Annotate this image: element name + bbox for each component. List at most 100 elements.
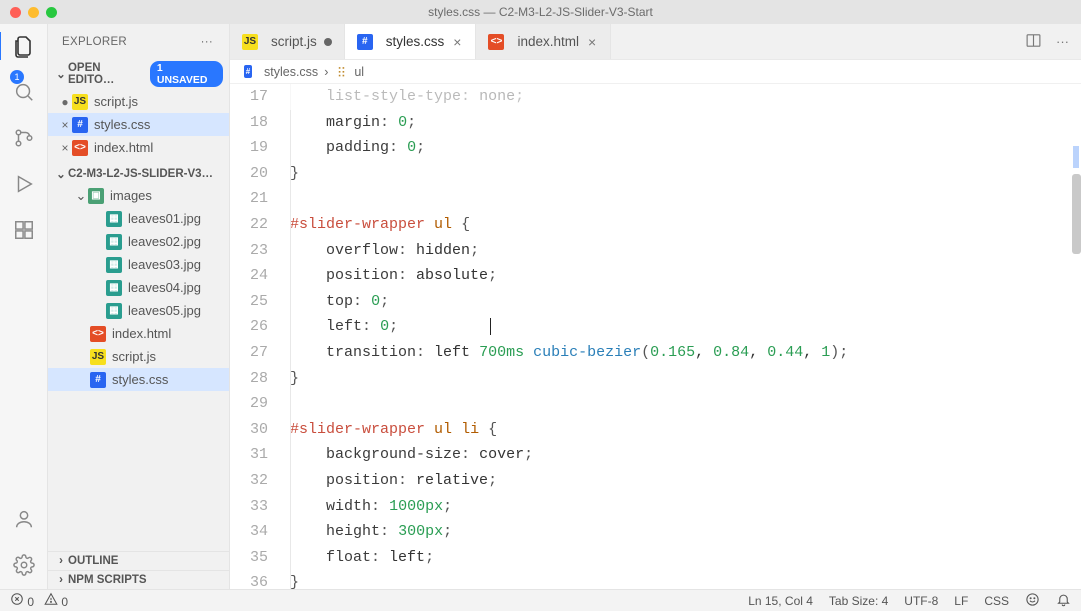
explorer-icon[interactable] (0, 32, 47, 60)
sidebar: EXPLORER ··· ⌄ OPEN EDITO… 1 UNSAVED ●JS… (48, 24, 230, 589)
settings-gear-icon[interactable] (10, 551, 38, 579)
open-editors-label: OPEN EDITO… (68, 62, 150, 86)
file-icon: JS (242, 34, 258, 50)
project-header[interactable]: ⌄ C2-M3-L2-JS-SLIDER-V3… (48, 165, 229, 183)
status-bar: 0 0 Ln 15, Col 4 Tab Size: 4 UTF-8 LF CS… (0, 589, 1081, 611)
status-encoding[interactable]: UTF-8 (904, 594, 938, 608)
code-line[interactable]: #slider-wrapper ul li { (282, 417, 1081, 443)
file-icon: <> (72, 140, 88, 156)
line-number: 20 (230, 161, 282, 187)
editor-area: JSscript.js#styles.css×<>index.html× ···… (230, 24, 1081, 589)
code-line[interactable]: width: 1000px; (282, 494, 1081, 520)
titlebar: styles.css — C2-M3-L2-JS-Slider-V3-Start (0, 0, 1081, 24)
editor-tab[interactable]: <>index.html× (476, 24, 611, 59)
file-icon: ▦ (106, 234, 122, 250)
code-line[interactable]: position: absolute; (282, 263, 1081, 289)
tab-label: styles.css (386, 34, 445, 49)
account-icon[interactable] (10, 505, 38, 533)
code-line[interactable]: left: 0; (282, 314, 1081, 340)
project-label: C2-M3-L2-JS-SLIDER-V3… (68, 168, 213, 180)
file-row[interactable]: ▦leaves02.jpg (48, 230, 229, 253)
close-icon[interactable]: × (58, 141, 72, 155)
open-editors-header[interactable]: ⌄ OPEN EDITO… 1 UNSAVED (48, 59, 229, 89)
status-errors[interactable]: 0 (10, 592, 34, 609)
sidebar-more-icon[interactable]: ··· (199, 34, 215, 50)
file-icon: # (72, 117, 88, 133)
close-window-button[interactable] (10, 7, 21, 18)
status-language[interactable]: CSS (984, 594, 1009, 608)
code-line[interactable]: transition: left 700ms cubic-bezier(0.16… (282, 340, 1081, 366)
open-editor-item[interactable]: ●JSscript.js (48, 90, 229, 113)
line-number: 21 (230, 186, 282, 212)
close-icon[interactable]: × (586, 34, 598, 50)
status-lncol[interactable]: Ln 15, Col 4 (748, 594, 813, 608)
activity-bar: 1 1 (0, 24, 48, 589)
open-editors-tree: ●JSscript.js×#styles.css×<>index.html (48, 89, 229, 165)
code-line[interactable]: float: left; (282, 545, 1081, 571)
line-number: 34 (230, 519, 282, 545)
line-number: 29 (230, 391, 282, 417)
minimize-window-button[interactable] (28, 7, 39, 18)
outline-header[interactable]: › OUTLINE (48, 551, 229, 570)
run-debug-icon[interactable] (10, 170, 38, 198)
extensions-icon[interactable] (10, 216, 38, 244)
line-number: 19 (230, 135, 282, 161)
status-feedback-icon[interactable] (1025, 592, 1040, 610)
code-line[interactable]: margin: 0; (282, 110, 1081, 136)
breadcrumb-symbol[interactable]: ul (354, 65, 364, 79)
line-number: 27 (230, 340, 282, 366)
code-line[interactable]: position: relative; (282, 468, 1081, 494)
project-tree: ⌄▣images▦leaves01.jpg▦leaves02.jpg▦leave… (48, 183, 229, 397)
line-number: 17 (230, 84, 282, 110)
status-warnings[interactable]: 0 (44, 592, 68, 609)
close-icon[interactable]: × (58, 118, 72, 132)
status-tabsize[interactable]: Tab Size: 4 (829, 594, 888, 608)
scrollbar-track[interactable] (1069, 84, 1081, 589)
editor-tab[interactable]: JSscript.js (230, 24, 345, 59)
code-line[interactable]: #slider-wrapper ul { (282, 212, 1081, 238)
line-number: 36 (230, 570, 282, 589)
explorer-badge: 1 (10, 70, 24, 84)
file-icon: <> (488, 34, 504, 50)
file-row[interactable]: ▦leaves04.jpg (48, 276, 229, 299)
code-line[interactable]: } (282, 570, 1081, 589)
folder-row[interactable]: ⌄▣images (48, 184, 229, 207)
source-control-icon[interactable] (10, 124, 38, 152)
code-line[interactable]: top: 0; (282, 289, 1081, 315)
code-line[interactable]: list-style-type: none; (282, 84, 1081, 110)
window-title: styles.css — C2-M3-L2-JS-Slider-V3-Start (0, 5, 1081, 19)
dirty-dot-icon (324, 38, 332, 46)
file-row[interactable]: #styles.css (48, 368, 229, 391)
code-line[interactable]: height: 300px; (282, 519, 1081, 545)
breadcrumb[interactable]: # styles.css › ul (230, 60, 1081, 84)
editor-more-icon[interactable]: ··· (1056, 34, 1069, 49)
open-editor-item[interactable]: ×<>index.html (48, 136, 229, 159)
status-bell-icon[interactable] (1056, 592, 1071, 610)
code-line[interactable]: overflow: hidden; (282, 238, 1081, 264)
code-line[interactable] (282, 186, 1081, 212)
code-line[interactable]: background-size: cover; (282, 442, 1081, 468)
file-row[interactable]: <>index.html (48, 322, 229, 345)
code-editor[interactable]: 17 list-style-type: none;18 margin: 0;19… (230, 84, 1081, 589)
status-warnings-count: 0 (61, 595, 68, 609)
file-name: styles.css (112, 372, 168, 387)
code-line[interactable]: } (282, 366, 1081, 392)
scrollbar-thumb[interactable] (1072, 174, 1081, 254)
file-row[interactable]: ▦leaves05.jpg (48, 299, 229, 322)
code-line[interactable]: } (282, 161, 1081, 187)
breadcrumb-file[interactable]: styles.css (264, 65, 318, 79)
code-line[interactable] (282, 391, 1081, 417)
editor-tab[interactable]: #styles.css× (345, 24, 477, 59)
split-editor-icon[interactable] (1025, 32, 1042, 52)
file-row[interactable]: JSscript.js (48, 345, 229, 368)
line-number: 22 (230, 212, 282, 238)
maximize-window-button[interactable] (46, 7, 57, 18)
close-icon[interactable]: × (451, 34, 463, 50)
npm-scripts-header[interactable]: › NPM SCRIPTS (48, 570, 229, 589)
file-row[interactable]: ▦leaves03.jpg (48, 253, 229, 276)
code-line[interactable]: padding: 0; (282, 135, 1081, 161)
open-editor-item[interactable]: ×#styles.css (48, 113, 229, 136)
status-eol[interactable]: LF (954, 594, 968, 608)
file-name: script.js (94, 94, 138, 109)
file-row[interactable]: ▦leaves01.jpg (48, 207, 229, 230)
